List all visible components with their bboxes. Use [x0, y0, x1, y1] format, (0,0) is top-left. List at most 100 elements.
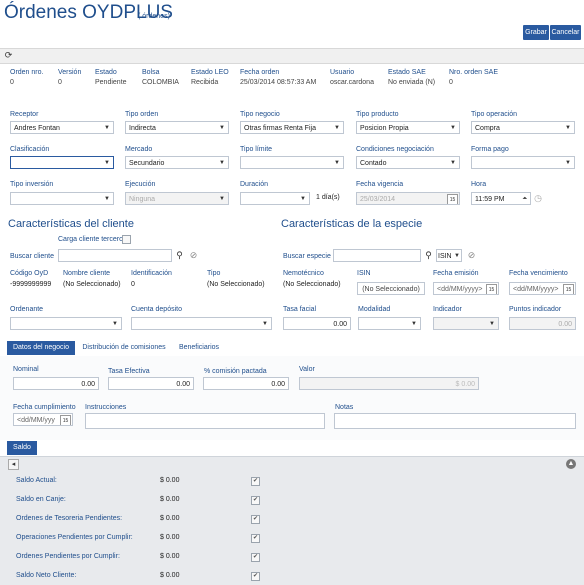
- fecha-cumplimiento-placeholder: <dd/MM/yyy: [17, 417, 55, 424]
- search-icon[interactable]: ⚲: [174, 250, 185, 261]
- clasificacion-select[interactable]: ▼: [10, 156, 114, 169]
- nominal-label: Nominal: [13, 366, 39, 373]
- saldo-row-checkbox[interactable]: ✔: [251, 496, 260, 505]
- hora-input[interactable]: 11:59 PM ⏶: [471, 192, 531, 205]
- tipo-negocio-select[interactable]: Otras firmas Renta Fija ▼: [240, 121, 344, 134]
- valor-input[interactable]: $ 0.00: [299, 377, 479, 390]
- saldo-row-checkbox[interactable]: ✔: [251, 515, 260, 524]
- instrucciones-input[interactable]: [85, 413, 325, 429]
- notas-input[interactable]: [334, 413, 576, 429]
- chevron-down-icon: ▼: [334, 125, 340, 131]
- tipo-operacion-value: Compra: [475, 125, 500, 132]
- cancel-button[interactable]: Cancelar: [550, 25, 581, 40]
- forma-pago-select[interactable]: ▼: [471, 156, 575, 169]
- fecha-vigencia-label: Fecha vigencia: [356, 181, 404, 188]
- tipo-operacion-select[interactable]: Compra ▼: [471, 121, 575, 134]
- receptor-select[interactable]: Andres Fontan ▼: [10, 121, 114, 134]
- summary-value: COLOMBIA: [142, 79, 179, 86]
- saldo-row-label: Ordenes Pendientes por Cumplir:: [16, 553, 120, 560]
- search-icon[interactable]: ⚲: [423, 250, 434, 261]
- collapse-icon[interactable]: ◂: [8, 459, 19, 470]
- condiciones-select[interactable]: Contado ▼: [356, 156, 460, 169]
- clear-icon[interactable]: ⊘: [466, 250, 477, 261]
- refresh-icon[interactable]: ⟳: [3, 50, 14, 61]
- carga-cliente-checkbox[interactable]: [122, 235, 131, 244]
- isin-type-select[interactable]: ISIN ▼: [436, 249, 462, 262]
- receptor-value: Andres Fontan: [14, 125, 60, 132]
- clear-icon[interactable]: ⊘: [188, 250, 199, 261]
- fecha-vigencia-value: 25/03/2014: [360, 196, 396, 203]
- comision-label: % comisión pactada: [204, 368, 267, 375]
- tasa-efectiva-label: Tasa Efectiva: [108, 368, 150, 375]
- ordenante-select[interactable]: ▼: [10, 317, 122, 330]
- buscar-cliente-input[interactable]: [58, 249, 172, 262]
- ejecucion-select[interactable]: Ninguna ▼: [125, 192, 229, 205]
- hora-value: 11:59 PM: [475, 196, 505, 203]
- isin-type-value: ISIN: [438, 253, 452, 260]
- calendar-icon[interactable]: 15: [563, 284, 574, 294]
- summary-value: 0: [449, 79, 453, 86]
- saldo-row-value: $ 0.00: [160, 515, 180, 522]
- carga-cliente-label: Carga cliente tercero: [58, 236, 123, 243]
- nombre-cliente-label: Nombre cliente: [63, 270, 111, 277]
- puntos-indicador-input[interactable]: 0.00: [509, 317, 576, 330]
- calendar-icon[interactable]: 15: [447, 194, 458, 204]
- fecha-emision-placeholder: <dd/MM/yyyy>: [437, 286, 483, 293]
- saldo-row-value: $ 0.00: [160, 477, 180, 484]
- receptor-label: Receptor: [10, 111, 39, 118]
- toggle-icon[interactable]: ▲: [566, 459, 576, 469]
- saldo-row-checkbox[interactable]: ✔: [251, 572, 260, 581]
- calendar-icon[interactable]: 15: [60, 415, 71, 425]
- summary-label: Nro. orden SAE: [449, 69, 499, 76]
- fecha-vencimiento-label: Fecha vencimiento: [509, 270, 568, 277]
- chevron-down-icon: ▼: [262, 321, 268, 327]
- nominal-input[interactable]: 0.00: [13, 377, 99, 390]
- identificacion-value: 0: [131, 281, 135, 288]
- saldo-row-value: $ 0.00: [160, 496, 180, 503]
- fecha-vencimiento-input[interactable]: <dd/MM/yyyy> 15: [509, 282, 576, 295]
- chevron-down-icon: ▼: [219, 160, 225, 166]
- tab-saldo[interactable]: Saldo: [7, 441, 37, 455]
- summary-label: Versión: [58, 69, 82, 76]
- saldo-row-checkbox[interactable]: ✔: [251, 534, 260, 543]
- summary-value: Pendiente: [95, 79, 127, 86]
- fecha-vigencia-input[interactable]: 25/03/2014 15: [356, 192, 460, 205]
- indicador-select[interactable]: ▼: [433, 317, 499, 330]
- fecha-cumplimiento-input[interactable]: <dd/MM/yyy 15: [13, 413, 73, 426]
- modalidad-select[interactable]: ▼: [358, 317, 421, 330]
- saldo-row-checkbox[interactable]: ✔: [251, 477, 260, 486]
- tipo-orden-select[interactable]: Indirecta ▼: [125, 121, 229, 134]
- tab-distribucion-comisiones[interactable]: Distribución de comisiones: [79, 341, 169, 355]
- tasa-efectiva-input[interactable]: 0.00: [108, 377, 194, 390]
- tipo-producto-value: Posicion Propia: [360, 125, 409, 132]
- mercado-select[interactable]: Secundario ▼: [125, 156, 229, 169]
- chevron-down-icon: ▼: [450, 125, 456, 131]
- duracion-select[interactable]: ▼: [240, 192, 310, 205]
- spinner-icon[interactable]: ⏶: [522, 193, 527, 204]
- tab-beneficiarios[interactable]: Beneficiarios: [173, 341, 225, 355]
- nemotecnico-value: (No Seleccionado): [283, 281, 341, 288]
- puntos-indicador-label: Puntos indicador: [509, 306, 562, 313]
- forma-pago-label: Forma pago: [471, 146, 509, 153]
- duracion-suffix: 1 día(s): [316, 194, 340, 201]
- buscar-especie-input[interactable]: [333, 249, 421, 262]
- tipo-limite-select[interactable]: ▼: [240, 156, 344, 169]
- nombre-cliente-value: (No Seleccionado): [63, 281, 121, 288]
- saldo-row-checkbox[interactable]: ✔: [251, 553, 260, 562]
- fecha-emision-input[interactable]: <dd/MM/yyyy> 15: [433, 282, 499, 295]
- clock-icon[interactable]: ◷: [533, 193, 543, 204]
- tab-datos-negocio[interactable]: Datos del negocio: [7, 341, 75, 355]
- tipo-operacion-label: Tipo operación: [471, 111, 518, 118]
- tipo-producto-select[interactable]: Posicion Propia ▼: [356, 121, 460, 134]
- tasa-facial-input[interactable]: 0.00: [283, 317, 351, 330]
- comision-input[interactable]: 0.00: [203, 377, 289, 390]
- save-button[interactable]: Grabar: [523, 25, 549, 40]
- instrucciones-label: Instrucciones: [85, 404, 127, 411]
- summary-label: Estado LEO: [191, 69, 229, 76]
- buscar-especie-label: Buscar especie: [283, 253, 331, 260]
- tipo-inversion-select[interactable]: ▼: [10, 192, 114, 205]
- calendar-icon[interactable]: 15: [486, 284, 497, 294]
- ejecucion-label: Ejecución: [125, 181, 156, 188]
- cuenta-deposito-select[interactable]: ▼: [131, 317, 272, 330]
- summary-label: Fecha orden: [240, 69, 280, 76]
